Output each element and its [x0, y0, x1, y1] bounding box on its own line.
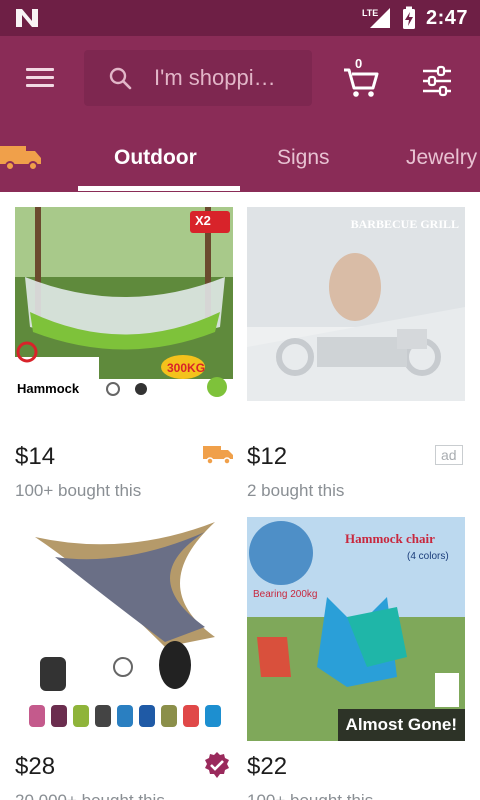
filter-button[interactable] [420, 64, 454, 98]
cart-count-badge: 0 [355, 56, 363, 71]
product-image[interactable]: BARBECUE GRILL [247, 207, 465, 401]
tab-fast-shipping[interactable] [0, 138, 46, 174]
image-title: Hammock chair [345, 531, 435, 546]
search-bar[interactable] [84, 50, 312, 106]
sliders-filter-icon [423, 65, 451, 97]
product-price: $12 [247, 443, 288, 470]
image-title: Hammock [17, 381, 80, 396]
image-colors-label: (4 colors) [407, 551, 449, 562]
image-count-label: X2 [195, 213, 211, 228]
battery-charging-icon [402, 6, 415, 29]
search-icon [109, 67, 132, 90]
product-price: $28 [15, 753, 56, 780]
ad-badge: ad [435, 445, 463, 465]
android-n-logo-icon [16, 9, 38, 27]
active-tab-indicator [78, 186, 240, 191]
product-price: $22 [247, 753, 288, 780]
clock: 2:47 [425, 6, 468, 29]
lte-signal-icon: LTE [361, 6, 392, 30]
verified-check-icon [205, 752, 229, 778]
bought-count: 20,000+ bought this [15, 791, 165, 800]
product-image[interactable]: Hammock X2 300KG [15, 207, 233, 401]
product-price: $14 [15, 443, 56, 470]
bought-count: 2 bought this [247, 481, 345, 500]
network-type-label: LTE [361, 8, 379, 18]
product-card[interactable]: $28 20,000+ bought this [15, 517, 233, 800]
image-weight-label: 300KG [167, 361, 206, 375]
search-input[interactable] [154, 65, 310, 91]
product-image[interactable]: Hammock chair (4 colors) Bearing 200kg A… [247, 517, 465, 741]
menu-button[interactable] [26, 64, 58, 94]
product-image[interactable] [15, 517, 233, 741]
delivery-truck-icon [0, 146, 41, 171]
image-title: BARBECUE GRILL [350, 217, 459, 231]
bought-count: 100+ bought this [247, 791, 373, 800]
product-grid: Hammock X2 300KG $14 100+ bought this BA… [0, 192, 480, 800]
bought-count: 100+ bought this [15, 481, 142, 500]
image-bearing-label: Bearing 200kg [253, 589, 318, 600]
fast-shipping-truck-icon [203, 446, 233, 465]
category-tabs: Outdoor Signs Jewelry [0, 132, 480, 192]
tab-outdoor[interactable]: Outdoor [114, 146, 197, 170]
app-bar: 0 Outdoor Signs Jewelry [0, 36, 480, 192]
status-bar: LTE 2:47 [0, 0, 480, 36]
tab-signs[interactable]: Signs [277, 146, 330, 170]
tab-jewelry[interactable]: Jewelry [406, 146, 477, 170]
product-card[interactable]: Hammock chair (4 colors) Bearing 200kg A… [247, 517, 465, 800]
almost-gone-label: Almost Gone! [337, 709, 465, 741]
product-card[interactable]: Hammock X2 300KG $14 100+ bought this [15, 207, 233, 500]
cart-button[interactable]: 0 [340, 56, 382, 100]
product-card[interactable]: BARBECUE GRILL $12 ad 2 bought this [247, 207, 465, 500]
